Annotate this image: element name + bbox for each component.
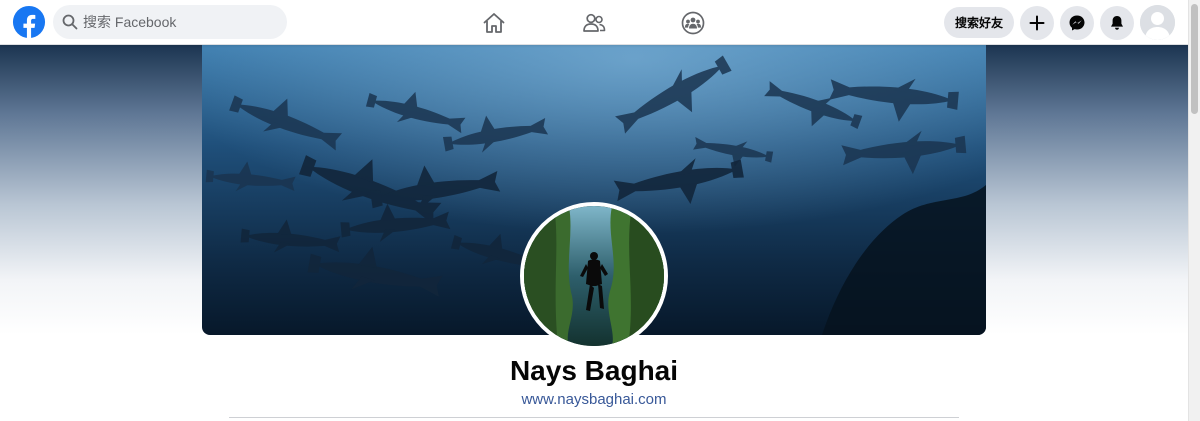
search-icon [62, 14, 78, 30]
facebook-logo-icon[interactable] [12, 5, 46, 39]
top-navigation-bar: 搜索好友 [0, 0, 1188, 45]
bell-icon [1111, 16, 1123, 30]
scrollbar-thumb[interactable] [1191, 4, 1198, 114]
messenger-button[interactable] [1060, 6, 1094, 40]
search-box[interactable] [53, 5, 287, 39]
profile-name: Nays Baghai [509, 355, 679, 386]
create-button[interactable] [1020, 6, 1054, 40]
page-scrollbar[interactable] [1188, 0, 1200, 421]
tab-home[interactable] [446, 0, 542, 45]
header-divider [229, 417, 959, 418]
tab-groups[interactable] [645, 0, 741, 45]
friends-icon [583, 13, 606, 32]
diver-profile-image [524, 206, 664, 346]
plus-icon [1029, 15, 1045, 31]
notifications-button[interactable] [1100, 6, 1134, 40]
search-input[interactable] [83, 5, 279, 39]
profile-picture[interactable] [520, 202, 668, 350]
account-avatar[interactable] [1140, 5, 1175, 40]
tab-friends[interactable] [546, 0, 642, 45]
home-icon [483, 12, 505, 33]
find-friends-button[interactable]: 搜索好友 [944, 7, 1014, 38]
messenger-icon [1069, 15, 1085, 31]
profile-website-link[interactable]: www.naysbaghai.com [444, 391, 744, 409]
groups-icon [681, 11, 705, 34]
default-avatar-icon [1140, 5, 1175, 40]
